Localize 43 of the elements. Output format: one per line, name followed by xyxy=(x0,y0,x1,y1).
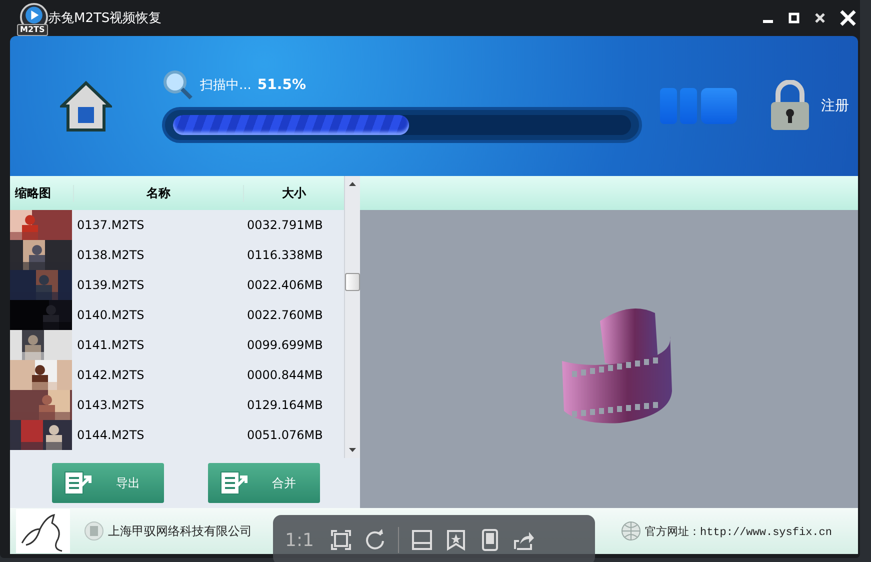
file-name: 0138.M2TS xyxy=(76,248,146,262)
horse-logo-icon xyxy=(16,509,70,553)
file-name: 0139.M2TS xyxy=(76,278,146,292)
action-button[interactable]: 导出 xyxy=(52,463,164,503)
rotate-icon[interactable] xyxy=(364,529,386,551)
file-size: 0022.406MB xyxy=(246,278,324,292)
scan-percent: 51.5% xyxy=(257,77,306,93)
scroll-up-icon[interactable] xyxy=(348,180,357,189)
scroll-thumb[interactable] xyxy=(345,273,360,291)
file-size: 0129.164MB xyxy=(246,398,324,412)
export-document-icon xyxy=(218,469,250,497)
file-name: 0143.M2TS xyxy=(76,398,146,412)
export-document-icon xyxy=(62,469,94,497)
search-icon xyxy=(162,69,194,101)
file-name: 0141.M2TS xyxy=(76,338,146,352)
file-size: 0032.791MB xyxy=(246,218,324,232)
file-name: 0142.M2TS xyxy=(76,368,146,382)
company-name: 上海甲驭网络科技有限公司 xyxy=(108,522,252,540)
scroll-down-icon[interactable] xyxy=(348,445,357,454)
globe-icon xyxy=(620,521,641,541)
building-icon xyxy=(84,521,104,541)
app-badge: M2TS xyxy=(17,24,48,36)
close-icon[interactable] xyxy=(814,12,826,24)
file-size: 0099.699MB xyxy=(246,338,324,352)
column-header[interactable]: 缩略图 xyxy=(10,184,74,202)
file-size: 0022.760MB xyxy=(246,308,324,322)
fit-screen-icon[interactable] xyxy=(330,529,352,551)
scrollbar[interactable] xyxy=(344,176,360,458)
window-title: 赤兔M2TS视频恢复 xyxy=(48,10,162,27)
file-name: 0140.M2TS xyxy=(76,308,146,322)
register-link[interactable]: 注册 xyxy=(821,97,849,115)
file-size: 0051.076MB xyxy=(246,428,324,442)
file-size: 0000.844MB xyxy=(246,368,324,382)
maximize-icon[interactable] xyxy=(788,12,800,24)
file-name: 0144.M2TS xyxy=(76,428,146,442)
scan-status: 扫描中... xyxy=(200,77,252,94)
save-icon[interactable] xyxy=(410,529,433,551)
file-name: 0137.M2TS xyxy=(76,218,146,232)
bookmark-star-icon[interactable] xyxy=(444,529,467,551)
column-header[interactable]: 名称 xyxy=(74,184,244,202)
file-size: 0116.338MB xyxy=(246,248,324,262)
website-text: 官方网址：http://www.sysfix.cn xyxy=(644,524,832,538)
home-icon[interactable] xyxy=(60,80,112,132)
